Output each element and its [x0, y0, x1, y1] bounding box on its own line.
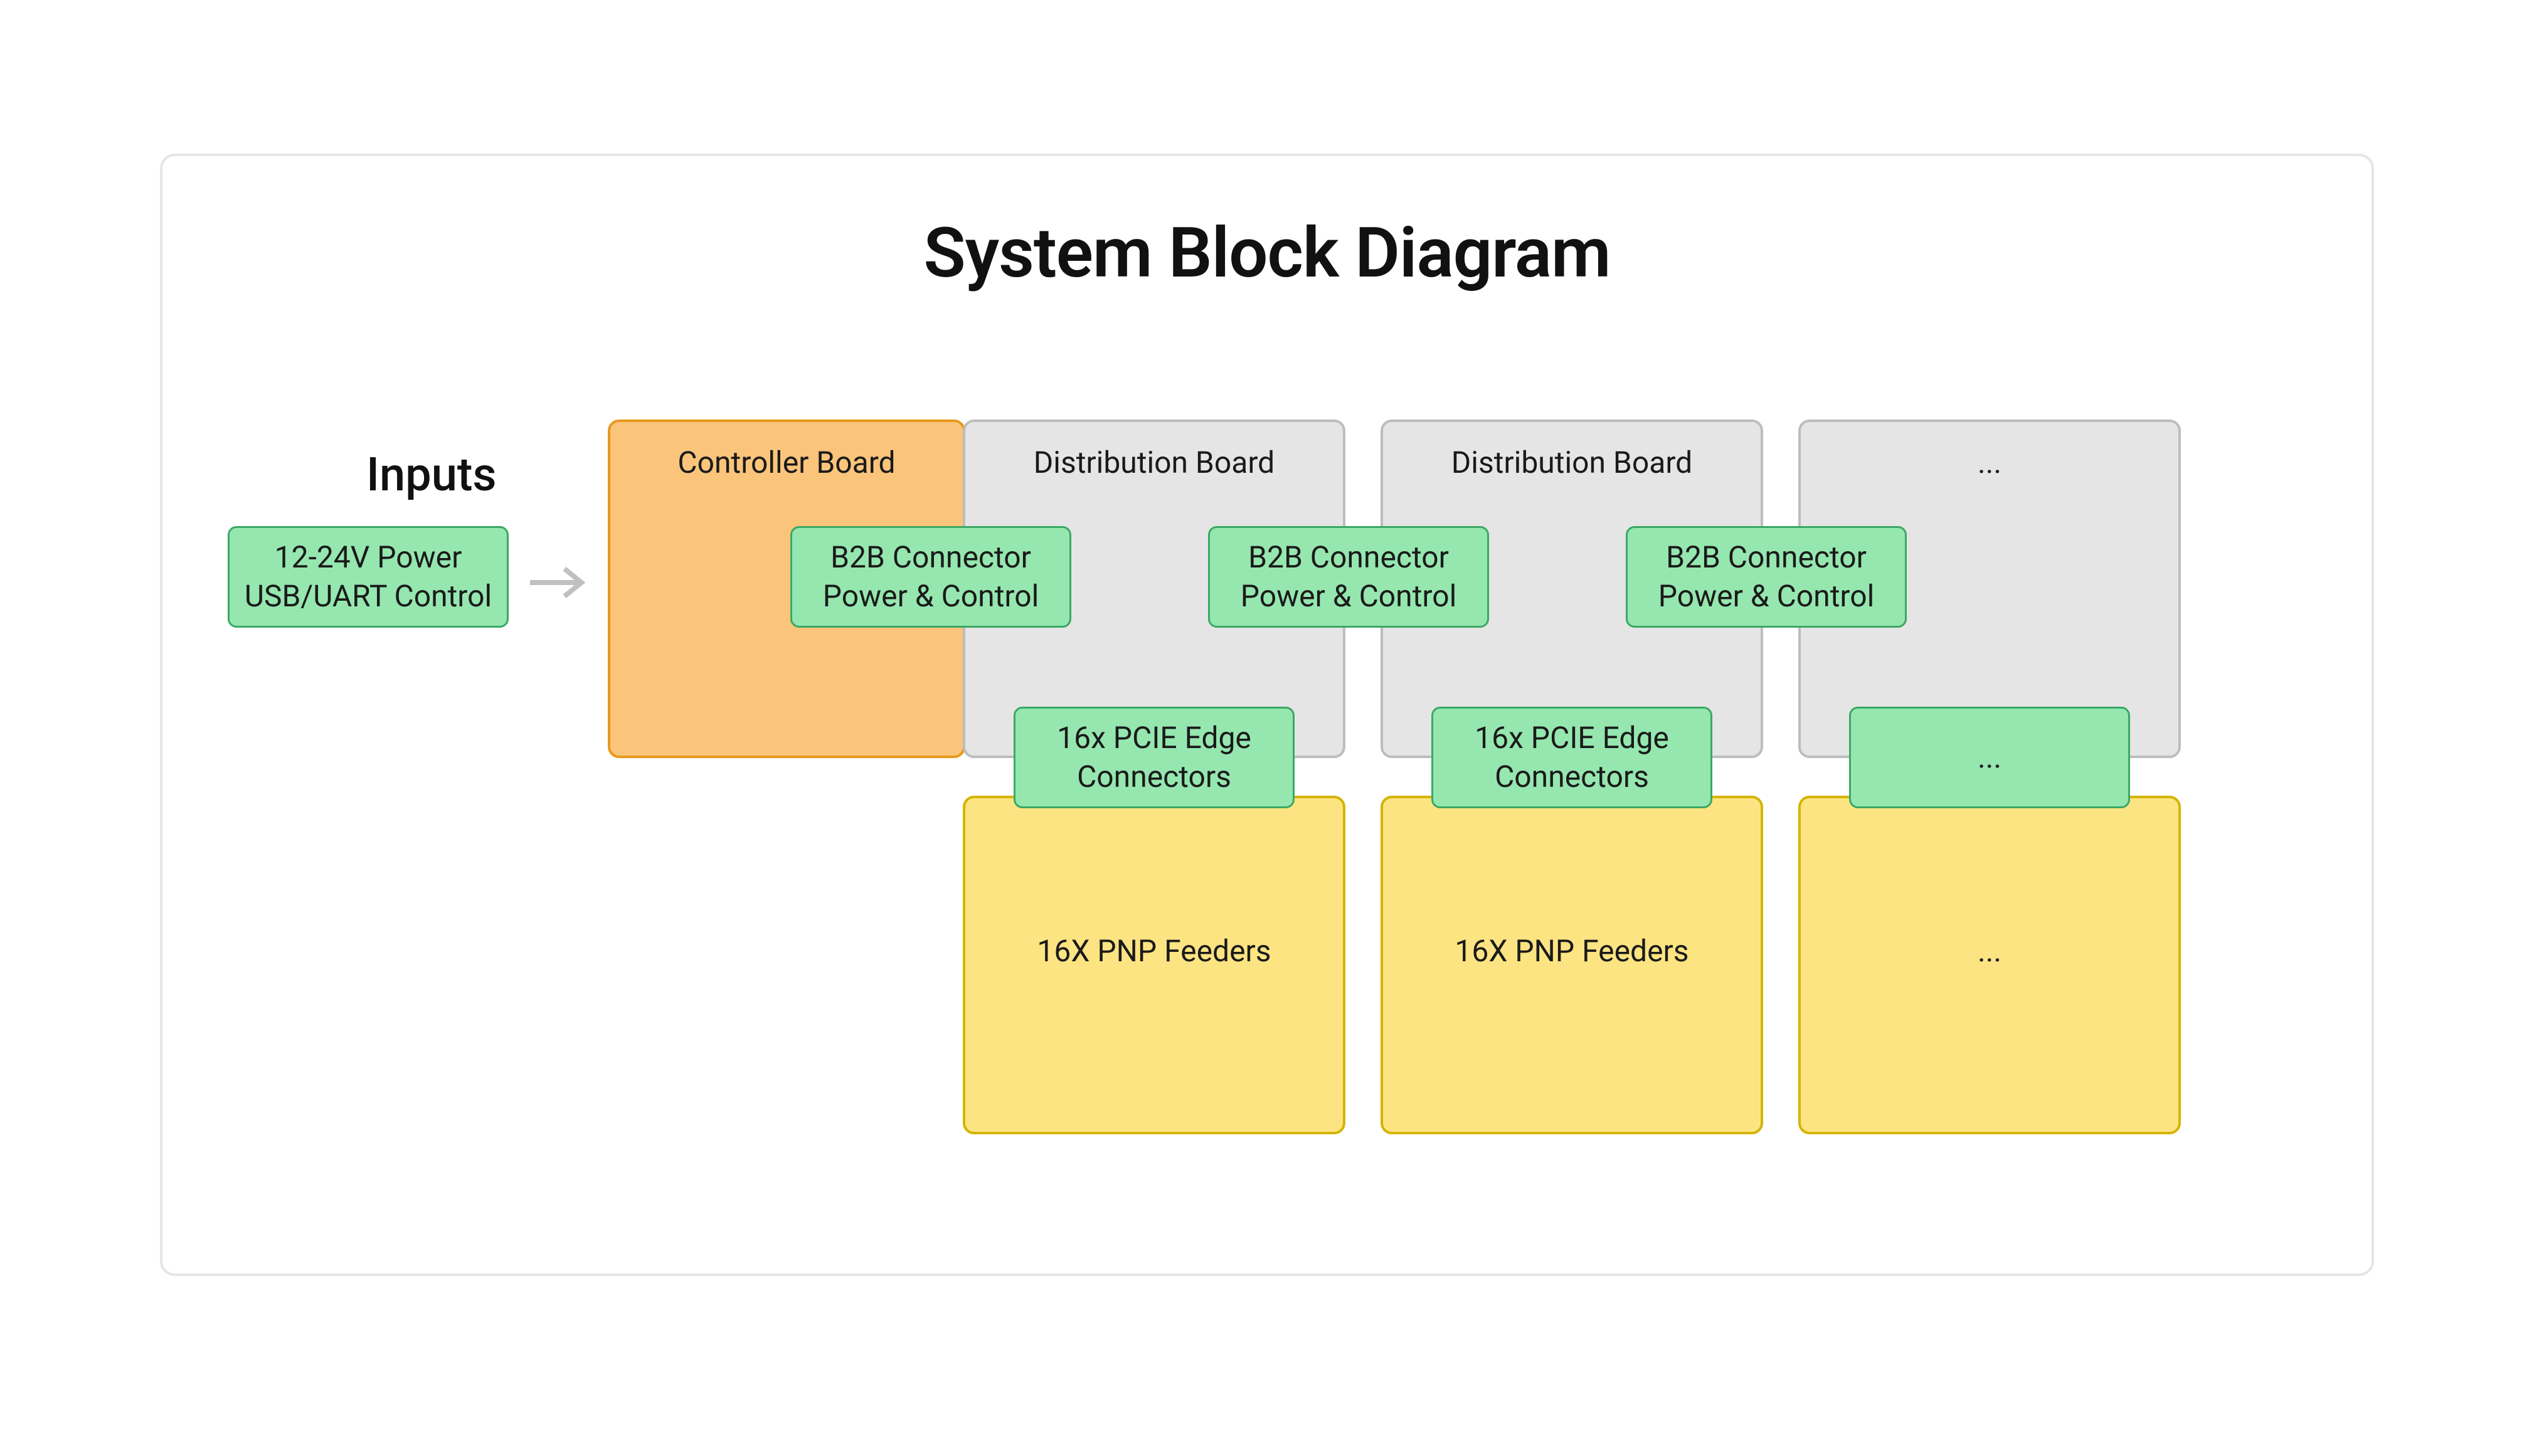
feeders-block: 16X PNP Feeders — [1381, 796, 1763, 1134]
feeders-block: 16X PNP Feeders — [963, 796, 1345, 1134]
b2b-line2: Power & Control — [823, 577, 1039, 616]
pcie-line1: 16x PCIE Edge — [1475, 719, 1669, 757]
controller-board-title: Controller Board — [610, 445, 963, 480]
b2b-connector-chip: B2B Connector Power & Control — [790, 526, 1071, 628]
pcie-connector-chip: 16x PCIE Edge Connectors — [1014, 707, 1295, 808]
arrow-icon — [530, 557, 599, 608]
pcie-connector-chip-more: ... — [1849, 707, 2130, 808]
pcie-line2: Connectors — [1077, 757, 1231, 796]
diagram-frame: System Block Diagram Inputs 12-24V Power… — [160, 154, 2374, 1276]
distribution-board-title: Distribution Board — [965, 445, 1343, 480]
pcie-line1-more: ... — [1978, 738, 2001, 777]
feeders-label: 16X PNP Feeders — [1383, 933, 1761, 969]
distribution-board-title-more: ... — [1801, 445, 2178, 480]
distribution-board-title: Distribution Board — [1383, 445, 1761, 480]
b2b-line2: Power & Control — [1658, 577, 1874, 616]
inputs-heading: Inputs — [366, 448, 497, 502]
b2b-connector-chip: B2B Connector Power & Control — [1626, 526, 1907, 628]
feeders-label: 16X PNP Feeders — [965, 933, 1343, 969]
pcie-line2: Connectors — [1495, 757, 1649, 796]
feeders-label-more: ... — [1801, 933, 2178, 969]
b2b-line2: Power & Control — [1241, 577, 1456, 616]
inputs-control-text: USB/UART Control — [245, 577, 492, 616]
inputs-chip: 12-24V Power USB/UART Control — [228, 526, 509, 628]
b2b-connector-chip: B2B Connector Power & Control — [1208, 526, 1489, 628]
feeders-block-more: ... — [1798, 796, 2181, 1134]
diagram-title: System Block Diagram — [162, 213, 2372, 293]
inputs-power-text: 12-24V Power — [275, 538, 462, 577]
b2b-line1: B2B Connector — [1666, 538, 1867, 577]
pcie-line1: 16x PCIE Edge — [1057, 719, 1251, 757]
b2b-line1: B2B Connector — [830, 538, 1031, 577]
pcie-connector-chip: 16x PCIE Edge Connectors — [1431, 707, 1712, 808]
b2b-line1: B2B Connector — [1248, 538, 1449, 577]
